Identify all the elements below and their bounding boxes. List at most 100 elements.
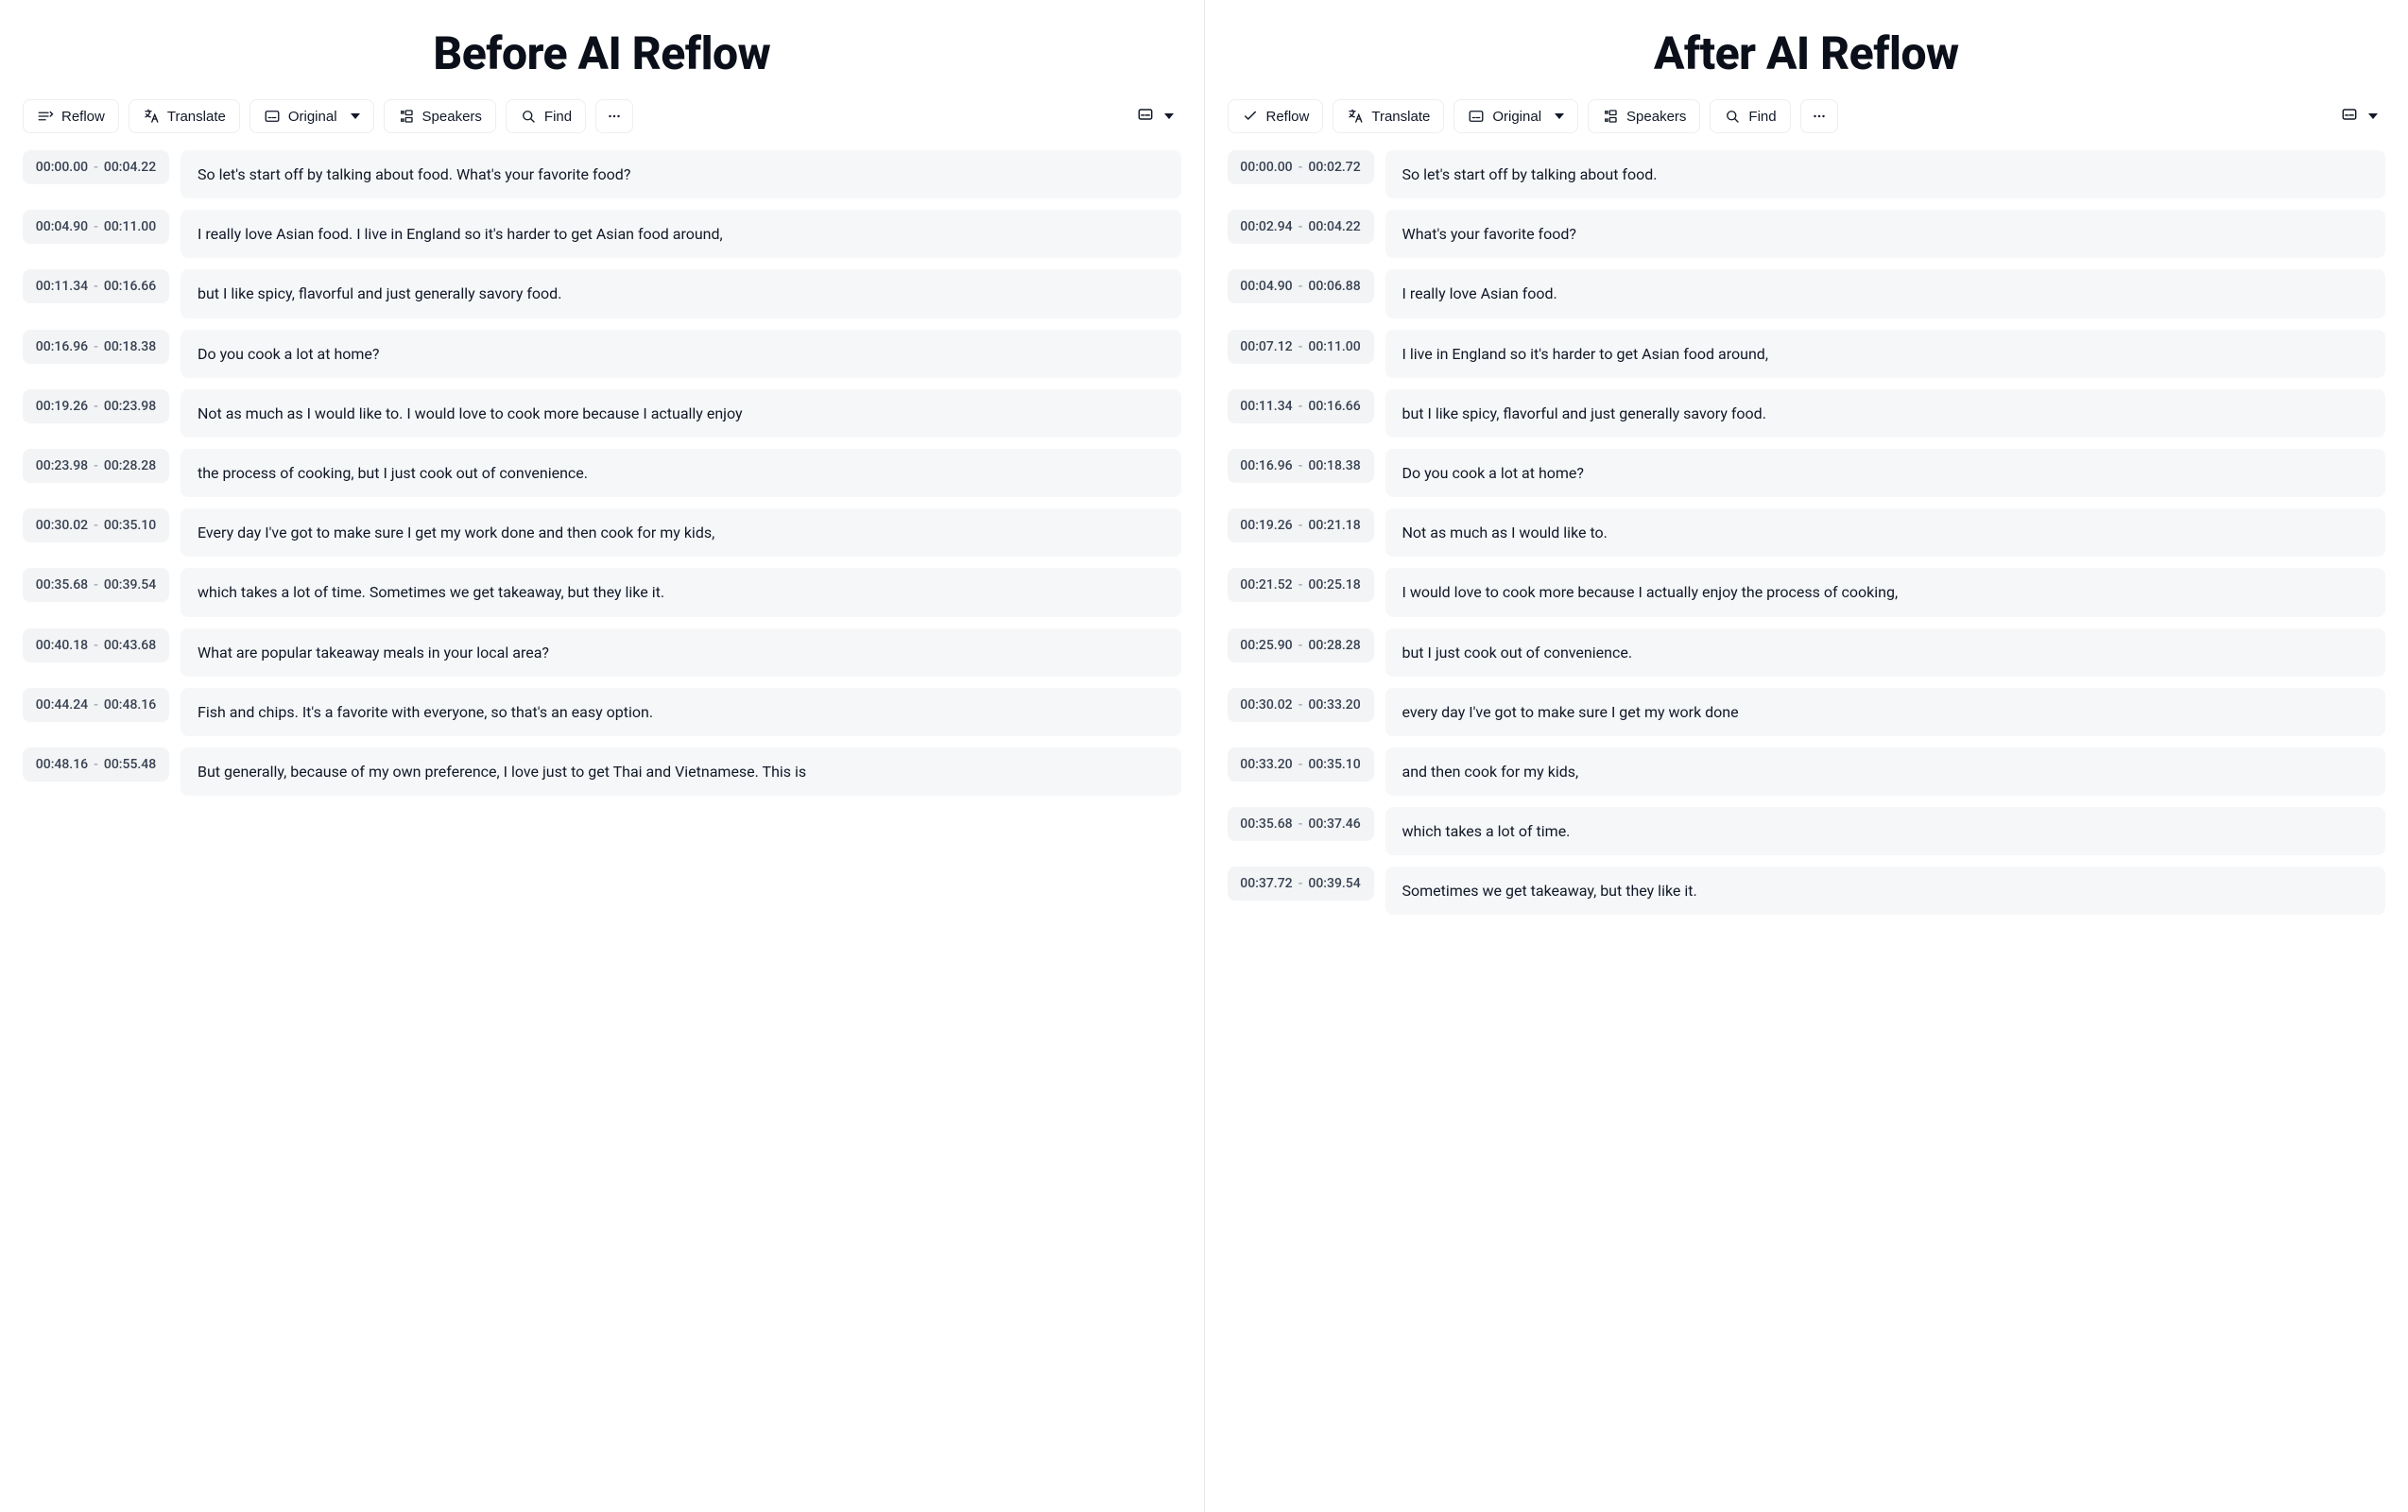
timecode[interactable]: 00:48.16-00:55.48 xyxy=(23,747,169,782)
before-transcript[interactable]: 00:00.00-00:04.22 So let's start off by t… xyxy=(0,143,1204,1512)
original-dropdown[interactable]: Original xyxy=(249,99,374,133)
transcript-text[interactable]: So let's start off by talking about food… xyxy=(1385,150,2386,198)
transcript-row[interactable]: 00:00.00-00:04.22 So let's start off by t… xyxy=(23,150,1181,198)
timecode[interactable]: 00:33.20-00:35.10 xyxy=(1228,747,1374,782)
timecode[interactable]: 00:02.94-00:04.22 xyxy=(1228,210,1374,244)
transcript-text[interactable]: But generally, because of my own prefere… xyxy=(181,747,1181,796)
transcript-text[interactable]: What's your favorite food? xyxy=(1385,210,2386,258)
timecode-start: 00:25.90 xyxy=(1240,638,1292,653)
translate-button[interactable]: Translate xyxy=(1333,99,1444,133)
translate-button[interactable]: Translate xyxy=(129,99,240,133)
transcript-text[interactable]: and then cook for my kids, xyxy=(1385,747,2386,796)
timecode[interactable]: 00:00.00-00:04.22 xyxy=(23,150,169,184)
timecode[interactable]: 00:16.96-00:18.38 xyxy=(23,330,169,364)
transcript-text[interactable]: but I like spicy, flavorful and just gen… xyxy=(1385,389,2386,438)
transcript-text[interactable]: Fish and chips. It's a favorite with eve… xyxy=(181,688,1181,736)
speakers-icon xyxy=(398,108,415,125)
transcript-text[interactable]: Not as much as I would like to. xyxy=(1385,508,2386,557)
transcript-text[interactable]: Do you cook a lot at home? xyxy=(181,330,1181,378)
timecode[interactable]: 00:11.34-00:16.66 xyxy=(1228,389,1374,423)
transcript-text[interactable]: I live in England so it's harder to get … xyxy=(1385,330,2386,378)
timecode[interactable]: 00:21.52-00:25.18 xyxy=(1228,568,1374,602)
speakers-button[interactable]: Speakers xyxy=(1588,99,1700,133)
transcript-text[interactable]: which takes a lot of time. Sometimes we … xyxy=(181,568,1181,616)
transcript-row[interactable]: 00:30.02-00:33.20 every day I've got to m… xyxy=(1228,688,2386,736)
timecode[interactable]: 00:23.98-00:28.28 xyxy=(23,449,169,483)
transcript-row[interactable]: 00:19.26-00:21.18 Not as much as I would … xyxy=(1228,508,2386,557)
original-dropdown[interactable]: Original xyxy=(1453,99,1578,133)
timecode-start: 00:19.26 xyxy=(36,399,88,414)
timecode-end: 00:16.66 xyxy=(104,279,156,294)
transcript-text[interactable]: but I like spicy, flavorful and just gen… xyxy=(181,269,1181,318)
layout-toggle[interactable] xyxy=(2332,99,2385,133)
transcript-text[interactable]: I really love Asian food. I live in Engl… xyxy=(181,210,1181,258)
more-button[interactable] xyxy=(595,99,633,133)
timecode[interactable]: 00:30.02-00:35.10 xyxy=(23,508,169,542)
transcript-text[interactable]: but I just cook out of convenience. xyxy=(1385,628,2386,677)
transcript-text[interactable]: Sometimes we get takeaway, but they like… xyxy=(1385,867,2386,915)
right-tools xyxy=(2332,99,2385,133)
timecode[interactable]: 00:07.12-00:11.00 xyxy=(1228,330,1374,364)
speakers-button[interactable]: Speakers xyxy=(384,99,496,133)
reflow-button[interactable]: Reflow xyxy=(23,99,119,133)
timecode-separator: - xyxy=(1299,757,1303,772)
transcript-row[interactable]: 00:35.68-00:39.54 which takes a lot of ti… xyxy=(23,568,1181,616)
transcript-text[interactable]: What are popular takeaway meals in your … xyxy=(181,628,1181,677)
transcript-row[interactable]: 00:21.52-00:25.18 I would love to cook mo… xyxy=(1228,568,2386,616)
transcript-row[interactable]: 00:11.34-00:16.66 but I like spicy, flavo… xyxy=(1228,389,2386,438)
transcript-row[interactable]: 00:37.72-00:39.54 Sometimes we get takeaw… xyxy=(1228,867,2386,915)
transcript-text[interactable]: Not as much as I would like to. I would … xyxy=(181,389,1181,438)
transcript-row[interactable]: 00:33.20-00:35.10 and then cook for my ki… xyxy=(1228,747,2386,796)
transcript-row[interactable]: 00:30.02-00:35.10 Every day I've got to m… xyxy=(23,508,1181,557)
transcript-row[interactable]: 00:40.18-00:43.68 What are popular takeaw… xyxy=(23,628,1181,677)
transcript-text[interactable]: I would love to cook more because I actu… xyxy=(1385,568,2386,616)
transcript-row[interactable]: 00:23.98-00:28.28 the process of cooking,… xyxy=(23,449,1181,497)
timecode[interactable]: 00:11.34-00:16.66 xyxy=(23,269,169,303)
transcript-row[interactable]: 00:04.90-00:06.88 I really love Asian foo… xyxy=(1228,269,2386,318)
find-button[interactable]: Find xyxy=(506,99,586,133)
timecode[interactable]: 00:19.26-00:23.98 xyxy=(23,389,169,423)
timecode-separator: - xyxy=(94,160,98,175)
transcript-text[interactable]: I really love Asian food. xyxy=(1385,269,2386,318)
transcript-row[interactable]: 00:35.68-00:37.46 which takes a lot of ti… xyxy=(1228,807,2386,855)
reflow-button-done[interactable]: Reflow xyxy=(1228,99,1324,133)
timecode-end: 00:23.98 xyxy=(104,399,156,414)
timecode[interactable]: 00:35.68-00:37.46 xyxy=(1228,807,1374,841)
after-transcript[interactable]: 00:00.00-00:02.72 So let's start off by t… xyxy=(1205,143,2408,1512)
transcript-row[interactable]: 00:04.90-00:11.00 I really love Asian foo… xyxy=(23,210,1181,258)
transcript-row[interactable]: 00:07.12-00:11.00 I live in England so it… xyxy=(1228,330,2386,378)
transcript-text[interactable]: So let's start off by talking about food… xyxy=(181,150,1181,198)
transcript-row[interactable]: 00:44.24-00:48.16 Fish and chips. It's a … xyxy=(23,688,1181,736)
transcript-row[interactable]: 00:48.16-00:55.48 But generally, because … xyxy=(23,747,1181,796)
transcript-row[interactable]: 00:00.00-00:02.72 So let's start off by t… xyxy=(1228,150,2386,198)
transcript-row[interactable]: 00:16.96-00:18.38 Do you cook a lot at ho… xyxy=(23,330,1181,378)
timecode[interactable]: 00:04.90-00:06.88 xyxy=(1228,269,1374,303)
timecode[interactable]: 00:37.72-00:39.54 xyxy=(1228,867,1374,901)
transcript-row[interactable]: 00:16.96-00:18.38 Do you cook a lot at ho… xyxy=(1228,449,2386,497)
timecode[interactable]: 00:30.02-00:33.20 xyxy=(1228,688,1374,722)
timecode[interactable]: 00:35.68-00:39.54 xyxy=(23,568,169,602)
timecode[interactable]: 00:25.90-00:28.28 xyxy=(1228,628,1374,662)
transcript-row[interactable]: 00:19.26-00:23.98 Not as much as I would … xyxy=(23,389,1181,438)
transcript-text[interactable]: Do you cook a lot at home? xyxy=(1385,449,2386,497)
timecode[interactable]: 00:00.00-00:02.72 xyxy=(1228,150,1374,184)
find-button[interactable]: Find xyxy=(1710,99,1790,133)
timecode[interactable]: 00:40.18-00:43.68 xyxy=(23,628,169,662)
transcript-text[interactable]: every day I've got to make sure I get my… xyxy=(1385,688,2386,736)
timecode[interactable]: 00:16.96-00:18.38 xyxy=(1228,449,1374,483)
transcript-row[interactable]: 00:25.90-00:28.28 but I just cook out of … xyxy=(1228,628,2386,677)
timecode[interactable]: 00:19.26-00:21.18 xyxy=(1228,508,1374,542)
layout-toggle[interactable] xyxy=(1128,99,1181,133)
more-icon xyxy=(606,108,623,125)
transcript-row[interactable]: 00:02.94-00:04.22 What's your favorite fo… xyxy=(1228,210,2386,258)
speakers-label: Speakers xyxy=(422,109,482,125)
transcript-text[interactable]: Every day I've got to make sure I get my… xyxy=(181,508,1181,557)
timecode[interactable]: 00:04.90-00:11.00 xyxy=(23,210,169,244)
timecode-start: 00:35.68 xyxy=(36,577,88,593)
more-button[interactable] xyxy=(1800,99,1838,133)
speakers-icon xyxy=(1602,108,1619,125)
transcript-text[interactable]: the process of cooking, but I just cook … xyxy=(181,449,1181,497)
transcript-row[interactable]: 00:11.34-00:16.66 but I like spicy, flavo… xyxy=(23,269,1181,318)
timecode[interactable]: 00:44.24-00:48.16 xyxy=(23,688,169,722)
transcript-text[interactable]: which takes a lot of time. xyxy=(1385,807,2386,855)
